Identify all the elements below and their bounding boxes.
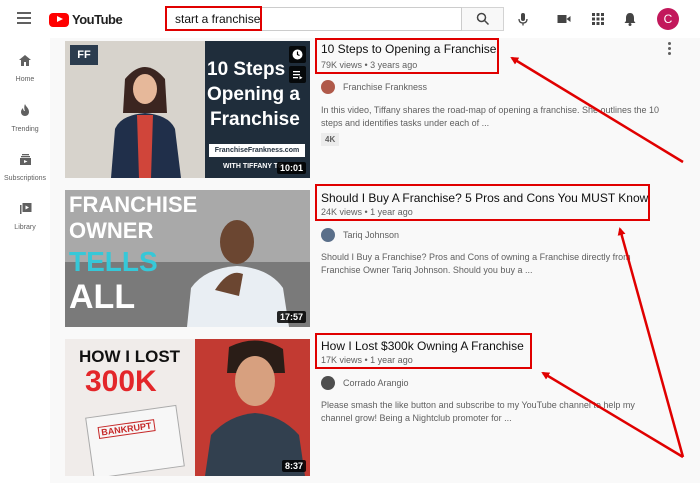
clock-icon xyxy=(292,49,303,60)
queue-icon xyxy=(293,71,303,80)
quality-badge: 4K xyxy=(321,133,340,146)
thumbnail-byline: WITH TIFFANY TO xyxy=(223,163,284,170)
menu-icon[interactable] xyxy=(17,12,31,24)
subscriptions-icon xyxy=(19,154,31,165)
title-highlight-box xyxy=(315,333,532,369)
sidebar-item-trending[interactable]: Trending xyxy=(0,103,50,133)
thumbnail-text: HOW I LOST xyxy=(79,347,181,366)
notifications-bell-icon[interactable] xyxy=(622,11,638,27)
home-icon xyxy=(19,55,31,66)
channel-link[interactable]: Corrado Arangio xyxy=(321,376,409,390)
presenter-figure xyxy=(111,67,181,178)
video-thumbnail[interactable]: FF 10 Steps Opening a Franchise Franchis… xyxy=(65,41,310,178)
thumbnail-url: FranchiseFrankness.com xyxy=(209,144,305,157)
search-button[interactable] xyxy=(462,7,504,31)
thumbnail-text: 10 Steps xyxy=(207,59,286,80)
apps-icon[interactable] xyxy=(590,11,606,27)
video-description: In this video, Tiffany shares the road-m… xyxy=(321,105,660,128)
sidebar-item-subscriptions[interactable]: Subscriptions xyxy=(0,153,50,182)
channel-avatar xyxy=(321,80,335,94)
channel-avatar xyxy=(321,376,335,390)
channel-name: Tariq Johnson xyxy=(343,230,400,240)
youtube-play-icon xyxy=(49,12,69,27)
watch-later-button[interactable] xyxy=(289,46,306,63)
video-thumbnail[interactable]: FRANCHISE OWNER TELLS ALL 17:57 xyxy=(65,190,310,327)
more-options-icon[interactable] xyxy=(668,42,672,57)
presenter-figure xyxy=(187,220,289,327)
sidebar-item-label: Home xyxy=(15,76,35,83)
flame-icon xyxy=(21,104,29,116)
youtube-logo[interactable]: YouTube xyxy=(49,12,123,27)
user-avatar[interactable]: C xyxy=(657,8,679,30)
sidebar: Home Trending Subscriptions Library xyxy=(0,38,50,483)
channel-link[interactable]: Franchise Frankness xyxy=(321,80,427,94)
thumbnail-text: TELLS xyxy=(69,246,158,277)
title-highlight-box xyxy=(315,184,650,221)
title-highlight-box xyxy=(315,38,499,74)
thumbnail-text: 300K xyxy=(85,365,157,398)
channel-name: Corrado Arangio xyxy=(343,378,409,388)
thumbnail-text: FRANCHISE xyxy=(69,192,198,217)
sidebar-item-label: Trending xyxy=(11,126,39,133)
channel-name: Franchise Frankness xyxy=(343,82,428,92)
video-duration: 10:01 xyxy=(276,162,306,174)
thumbnail-text: Opening a xyxy=(207,84,300,105)
sidebar-item-label: Library xyxy=(14,224,36,231)
sidebar-item-home[interactable]: Home xyxy=(0,54,50,83)
bankrupt-stamp: BANKRUPT xyxy=(97,419,156,439)
video-description: Please smash the like button and subscri… xyxy=(321,400,635,423)
thumbnail-text: OWNER xyxy=(69,218,154,243)
video-thumbnail[interactable]: HOW I LOST 300K BANKRUPT 8:37 xyxy=(65,339,310,476)
create-video-icon[interactable] xyxy=(556,11,572,27)
sidebar-item-label: Subscriptions xyxy=(3,175,47,182)
channel-watermark: FF xyxy=(70,45,98,65)
logo-text: YouTube xyxy=(72,12,123,27)
top-bar: YouTube start a franchise C xyxy=(0,0,700,38)
sidebar-item-library[interactable]: Library xyxy=(0,202,50,231)
presenter-figure xyxy=(205,340,305,476)
video-duration: 17:57 xyxy=(276,311,306,323)
video-duration: 8:37 xyxy=(281,460,306,472)
library-icon xyxy=(19,203,31,214)
channel-link[interactable]: Tariq Johnson xyxy=(321,228,399,242)
add-to-queue-button[interactable] xyxy=(289,66,306,83)
bankrupt-document: BANKRUPT xyxy=(85,404,185,476)
channel-avatar xyxy=(321,228,335,242)
search-icon xyxy=(476,12,490,26)
search-highlight-box xyxy=(165,6,262,31)
video-description: Should I Buy a Franchise? Pros and Cons … xyxy=(321,252,631,275)
thumbnail-text: ALL xyxy=(69,278,136,316)
microphone-icon[interactable] xyxy=(515,11,531,27)
thumbnail-text: Franchise xyxy=(210,109,300,130)
